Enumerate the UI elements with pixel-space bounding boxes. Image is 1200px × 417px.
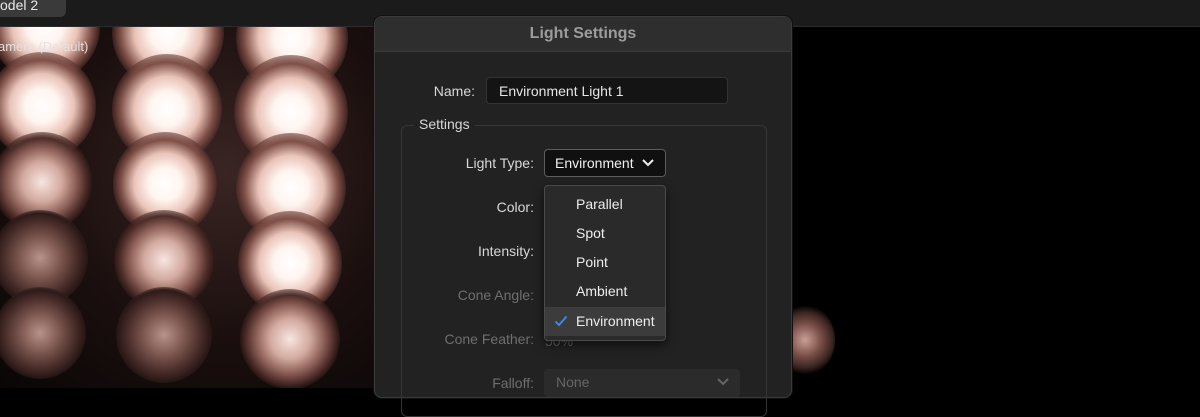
menu-item-spot[interactable]: Spot	[545, 219, 665, 248]
light-type-menu: Parallel Spot Point Ambient Environment	[544, 185, 666, 341]
document-tab[interactable]: odel 2	[0, 0, 66, 17]
chevron-down-icon	[642, 159, 654, 167]
light-bulb	[116, 287, 212, 383]
chevron-down-icon	[717, 378, 729, 386]
camera-label: amera (Default)	[0, 39, 89, 54]
menu-item-label: Point	[576, 254, 608, 270]
menu-item-environment[interactable]: Environment	[545, 307, 665, 336]
dialog-title: Light Settings	[375, 17, 791, 52]
3d-viewport[interactable]: amera (Default)	[0, 27, 375, 388]
menu-item-label: Spot	[576, 225, 605, 241]
falloff-select[interactable]: None	[544, 369, 740, 397]
document-tab-label: odel 2	[0, 0, 39, 13]
name-input[interactable]: Environment Light 1	[486, 77, 728, 104]
cone-angle-label: Cone Angle:	[457, 287, 534, 303]
menu-item-point[interactable]: Point	[545, 248, 665, 277]
cone-feather-label: Cone Feather:	[444, 331, 535, 347]
menu-item-label: Environment	[576, 313, 655, 329]
menu-item-label: Parallel	[576, 196, 623, 212]
name-label: Name:	[433, 83, 475, 99]
intensity-label: Intensity:	[477, 243, 534, 259]
menu-item-parallel[interactable]: Parallel	[545, 190, 665, 219]
light-bulb	[0, 287, 86, 379]
color-label: Color:	[496, 199, 534, 215]
light-type-select[interactable]: Environment	[544, 149, 666, 177]
menu-item-label: Ambient	[576, 283, 628, 299]
settings-group-title: Settings	[414, 116, 475, 132]
menu-item-ambient[interactable]: Ambient	[545, 277, 665, 306]
light-bulb	[240, 289, 340, 388]
checkmark-icon	[554, 315, 568, 327]
light-type-label: Light Type:	[465, 155, 534, 171]
light-type-value: Environment	[555, 155, 634, 171]
falloff-label: Falloff:	[492, 375, 534, 391]
